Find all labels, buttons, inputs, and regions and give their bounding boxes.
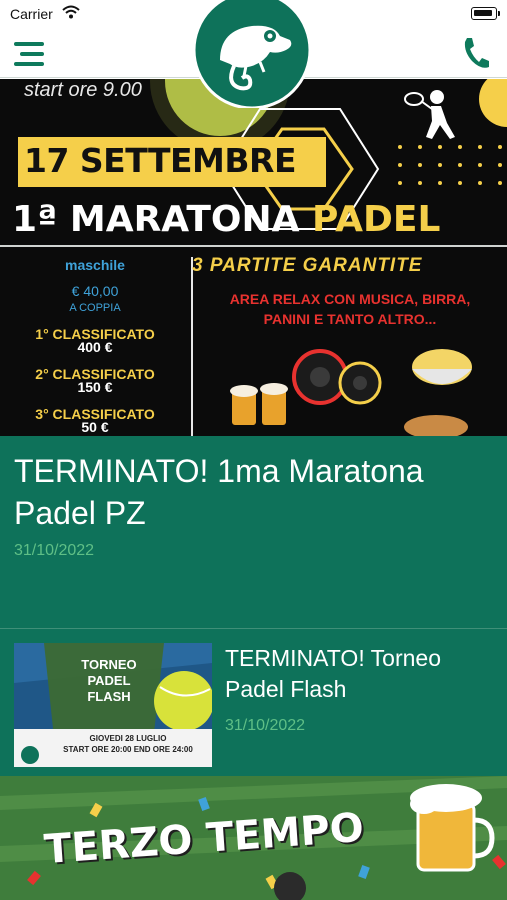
- thumbnail-title-line: PADEL: [87, 673, 131, 688]
- thumbnail-title-line: FLASH: [87, 689, 131, 704]
- hero-relax-line: PANINI E TANTO ALTRO...: [263, 311, 437, 327]
- news-date: 31/10/2022: [225, 717, 306, 734]
- thumbnail-info-line: GIOVEDI 28 LUGLIO: [89, 734, 167, 743]
- prize-amount: 400 €: [77, 339, 113, 355]
- news-item-maratona[interactable]: TERMINATO! 1ma Maratona Padel PZ 31/10/2…: [0, 436, 507, 628]
- hero-title-highlight: PADEL: [312, 199, 441, 240]
- battery-icon: [471, 7, 500, 20]
- thumbnail-title: TORNEO PADEL FLASH: [66, 657, 152, 705]
- hero-relax-line: AREA RELAX CON MUSICA, BIRRA,: [229, 291, 471, 307]
- news-thumbnail: TORNEO PADEL FLASH GIOVEDI 28 LUGLIO STA…: [14, 643, 212, 767]
- prize-amount: 50 €: [81, 419, 109, 435]
- news-date: 31/10/2022: [14, 542, 95, 559]
- hero-title: 1ª MARATONA PADEL: [12, 199, 440, 240]
- hero-start-time: start ore 9.00: [24, 79, 142, 101]
- menu-icon[interactable]: [14, 40, 48, 68]
- hero-price: € 40,00: [71, 283, 119, 299]
- hero-price-per: A COPPIA: [69, 302, 121, 314]
- hero-column-divider: [191, 257, 193, 436]
- prize-item: 1° CLASSIFICATO 400 €: [0, 327, 190, 355]
- hero-prize-column: maschile € 40,00 A COPPIA 1° CLASSIFICAT…: [0, 257, 190, 434]
- news-item-terzo-tempo[interactable]: TERZO TEMPO: [0, 776, 507, 900]
- news-title: TERMINATO! Torneo Padel Flash: [225, 645, 442, 702]
- thumbnail-info: GIOVEDI 28 LUGLIO START ORE 20:00 END OR…: [44, 733, 212, 755]
- news-title: TERMINATO! 1ma Maratona Padel PZ: [14, 453, 424, 531]
- hero-partite: 3 PARTITE GARANTITE: [192, 255, 423, 276]
- hero-date: 17 SETTEMBRE: [24, 141, 297, 180]
- news-item-torneo-flash[interactable]: TORNEO PADEL FLASH GIOVEDI 28 LUGLIO STA…: [0, 628, 507, 776]
- thumbnail-title-line: TORNEO: [81, 657, 137, 672]
- phone-icon[interactable]: [461, 36, 491, 70]
- prize-item: 2° CLASSIFICATO 150 €: [0, 367, 190, 395]
- prize-item: 3° CLASSIFICATO 50 €: [0, 407, 190, 435]
- chameleon-logo[interactable]: [190, 0, 315, 110]
- hero-banner[interactable]: start ore 9.00 17 SETTEMBRE 1ª MARATONA …: [0, 79, 507, 436]
- prize-amount: 150 €: [77, 379, 113, 395]
- hero-divider: [0, 245, 507, 247]
- hero-relax: AREA RELAX CON MUSICA, BIRRA, PANINI E T…: [200, 289, 500, 329]
- hero-category: maschile: [65, 257, 125, 273]
- hero-title-prefix: 1ª MARATONA: [12, 199, 313, 240]
- thumbnail-info-line: START ORE 20:00 END ORE 24:00: [63, 745, 193, 754]
